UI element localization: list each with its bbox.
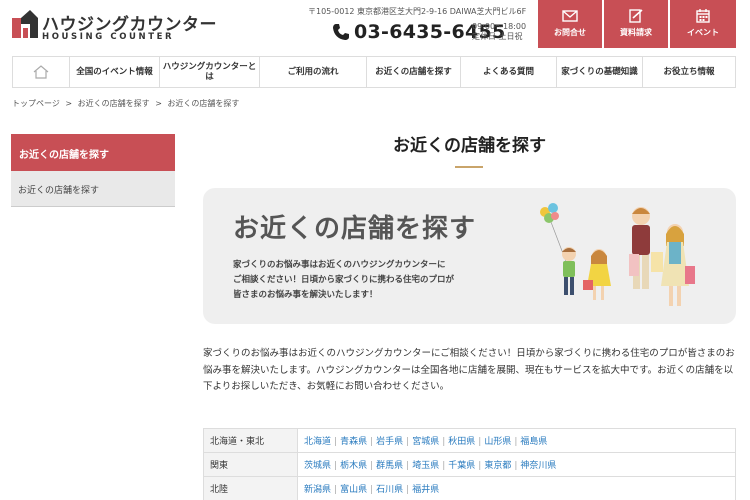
prefecture-link[interactable]: 青森県: [340, 437, 367, 447]
home-icon: [33, 65, 49, 79]
event-button[interactable]: イベント: [670, 0, 736, 48]
banner-text-line: ご相談ください！日頃から家づくりに携わる住宅のプロが: [233, 275, 455, 285]
intro-paragraph: 家づくりのお悩み事はお近くのハウジングカウンターにご相談ください！日頃から家づく…: [203, 348, 735, 392]
link-separator: |: [370, 437, 374, 447]
prefecture-link[interactable]: 岩手県: [376, 437, 403, 447]
link-separator: |: [514, 461, 518, 471]
prefecture-link[interactable]: 秋田県: [448, 437, 475, 447]
prefecture-link[interactable]: 神奈川県: [520, 461, 556, 471]
prefecture-link[interactable]: 富山県: [340, 485, 367, 495]
contact-button[interactable]: お問合せ: [538, 0, 602, 48]
envelope-icon: [562, 10, 578, 22]
link-separator: |: [406, 461, 410, 471]
banner-text-line: 家づくりのお悩み事はお近くのハウジングカウンターに: [233, 260, 446, 270]
breadcrumb: トップページ > お近くの店舗を探す > お近くの店舗を探す: [12, 98, 242, 109]
table-row: 北海道・東北 北海道 | 青森県 | 岩手県 | 宮城県 | 秋田県 | 山形県 | 福島県: [203, 428, 736, 453]
breadcrumb-separator: >: [65, 99, 73, 108]
nav-item-flow[interactable]: ご利用の流れ: [259, 57, 366, 87]
breadcrumb-current: お近くの店舗を探す: [167, 99, 240, 108]
link-separator: |: [478, 437, 482, 447]
link-separator: |: [370, 461, 374, 471]
link-separator: |: [370, 485, 374, 495]
hero-banner: お近くの店舗を探す 家づくりのお悩み事はお近くのハウジングカウンターに ご相談く…: [203, 188, 736, 324]
link-separator: |: [334, 461, 338, 471]
prefecture-link[interactable]: 福島県: [520, 437, 547, 447]
nav-home[interactable]: [12, 57, 69, 87]
nav-item-about[interactable]: ハウジングカウンターとは: [159, 57, 259, 87]
global-nav: 全国のイベント情報 ハウジングカウンターとは ご利用の流れ お近くの店舗を探す …: [12, 56, 736, 88]
breadcrumb-link-store-search[interactable]: お近くの店舗を探す: [78, 99, 150, 108]
region-table: 北海道・東北 北海道 | 青森県 | 岩手県 | 宮城県 | 秋田県 | 山形県 | 福島県 関東 茨城県 | 栃…: [203, 428, 736, 500]
family-illustration: [540, 203, 695, 306]
prefecture-link[interactable]: 埼玉県: [412, 461, 439, 471]
link-separator: |: [406, 437, 410, 447]
logo-mark-icon: [12, 10, 38, 38]
nav-item-store-search[interactable]: お近くの店舗を探す: [366, 57, 460, 87]
prefecture-link[interactable]: 宮城県: [412, 437, 439, 447]
hours-closed: 定休日 土日祝: [472, 32, 523, 41]
site-logo[interactable]: ハウジングカウンター HOUSING COUNTER: [12, 10, 217, 44]
prefecture-link[interactable]: 石川県: [376, 485, 403, 495]
prefecture-links: 新潟県 | 富山県 | 石川県 | 福井県: [297, 476, 736, 500]
brochure-request-button[interactable]: 資料請求: [604, 0, 668, 48]
company-address: 〒105-0012 東京都港区芝大門2-9-16 DAIWA芝大門ビル6F: [308, 7, 527, 16]
page-title: お近くの店舗を探す: [393, 136, 546, 156]
nav-item-faq[interactable]: よくある質問: [460, 57, 556, 87]
nav-item-useful-info[interactable]: お役立ち情報: [642, 57, 736, 87]
banner-text-line: 皆さまのお悩み事を解決いたします！: [233, 290, 378, 300]
sidebar-item-store-search[interactable]: お近くの店舗を探す: [11, 171, 175, 207]
logo-text-en: HOUSING COUNTER: [42, 32, 175, 42]
link-separator: |: [334, 437, 338, 447]
brochure-request-button-label: 資料請求: [620, 28, 652, 37]
prefecture-link[interactable]: 栃木県: [340, 461, 367, 471]
business-hours: 09:00～18:00 定休日 土日祝: [472, 22, 526, 42]
prefecture-links: 北海道 | 青森県 | 岩手県 | 宮城県 | 秋田県 | 山形県 | 福島県: [297, 428, 736, 453]
hours-time: 09:00～18:00: [472, 22, 527, 31]
table-row: 関東 茨城県 | 栃木県 | 群馬県 | 埼玉県 | 千葉県 | 東京都 | 神奈川県: [203, 452, 736, 477]
region-name: 北海道・東北: [203, 428, 298, 453]
nav-item-events[interactable]: 全国のイベント情報: [69, 57, 159, 87]
link-separator: |: [406, 485, 410, 495]
prefecture-link[interactable]: 茨城県: [304, 461, 331, 471]
site-header: ハウジングカウンター HOUSING COUNTER 〒105-0012 東京都…: [0, 0, 750, 52]
breadcrumb-separator: >: [155, 99, 162, 108]
prefecture-link[interactable]: 北海道: [304, 437, 331, 447]
region-name: 関東: [203, 452, 298, 477]
link-separator: |: [514, 437, 518, 447]
prefecture-link[interactable]: 新潟県: [304, 485, 331, 495]
prefecture-link[interactable]: 東京都: [484, 461, 511, 471]
title-underline: [455, 166, 483, 168]
prefecture-link[interactable]: 福井県: [412, 485, 439, 495]
link-separator: |: [442, 461, 446, 471]
event-button-label: イベント: [687, 28, 719, 37]
document-edit-icon: [629, 9, 643, 23]
link-separator: |: [334, 485, 338, 495]
prefecture-link[interactable]: 山形県: [484, 437, 511, 447]
sidebar-heading: お近くの店舗を探す: [11, 134, 175, 171]
nav-item-basics[interactable]: 家づくりの基礎知識: [556, 57, 642, 87]
link-separator: |: [478, 461, 482, 471]
region-name: 北陸: [203, 476, 298, 500]
contact-button-label: お問合せ: [554, 28, 586, 37]
banner-text: 家づくりのお悩み事はお近くのハウジングカウンターに ご相談ください！日頃から家づ…: [233, 258, 503, 303]
link-separator: |: [442, 437, 446, 447]
breadcrumb-link-top[interactable]: トップページ: [12, 99, 60, 108]
banner-title: お近くの店舗を探す: [233, 214, 477, 244]
calendar-icon: [696, 9, 710, 23]
prefecture-link[interactable]: 千葉県: [448, 461, 475, 471]
table-row: 北陸 新潟県 | 富山県 | 石川県 | 福井県: [203, 476, 736, 500]
phone-icon: [333, 24, 349, 40]
prefecture-link[interactable]: 群馬県: [376, 461, 403, 471]
prefecture-links: 茨城県 | 栃木県 | 群馬県 | 埼玉県 | 千葉県 | 東京都 | 神奈川県: [297, 452, 736, 477]
